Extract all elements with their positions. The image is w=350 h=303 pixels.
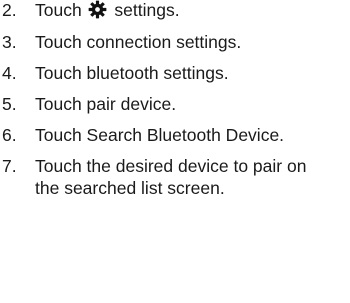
step-text: Touch connection settings. — [35, 32, 242, 52]
step-number: 3. — [2, 32, 17, 52]
gear-icon — [88, 0, 106, 19]
step-text-after-icon: settings. — [109, 0, 180, 20]
step-text: Touch the desired device to pair on the … — [35, 156, 307, 198]
step-number: 5. — [2, 94, 17, 114]
step-3: 3. Touch connection settings. — [0, 31, 335, 53]
step-4: 4. Touch bluetooth settings. — [0, 62, 335, 84]
step-2: 2. Touch settings. — [0, 0, 335, 21]
step-text: Touch pair device. — [35, 94, 177, 114]
step-text: Touch bluetooth settings. — [35, 63, 229, 83]
step-number: 7. — [2, 156, 17, 176]
step-text: Touch Search Bluetooth Device. — [35, 125, 285, 145]
step-number: 4. — [2, 63, 17, 83]
step-5: 5. Touch pair device. — [0, 93, 335, 115]
step-7: 7. Touch the desired device to pair on t… — [0, 155, 335, 199]
step-6: 6. Touch Search Bluetooth Device. — [0, 124, 335, 146]
step-text-before-icon: Touch — [35, 0, 87, 20]
instruction-steps: 2. Touch settings. 3. Touch connection s… — [0, 0, 350, 208]
step-number: 6. — [2, 125, 17, 145]
step-number: 2. — [2, 0, 17, 20]
